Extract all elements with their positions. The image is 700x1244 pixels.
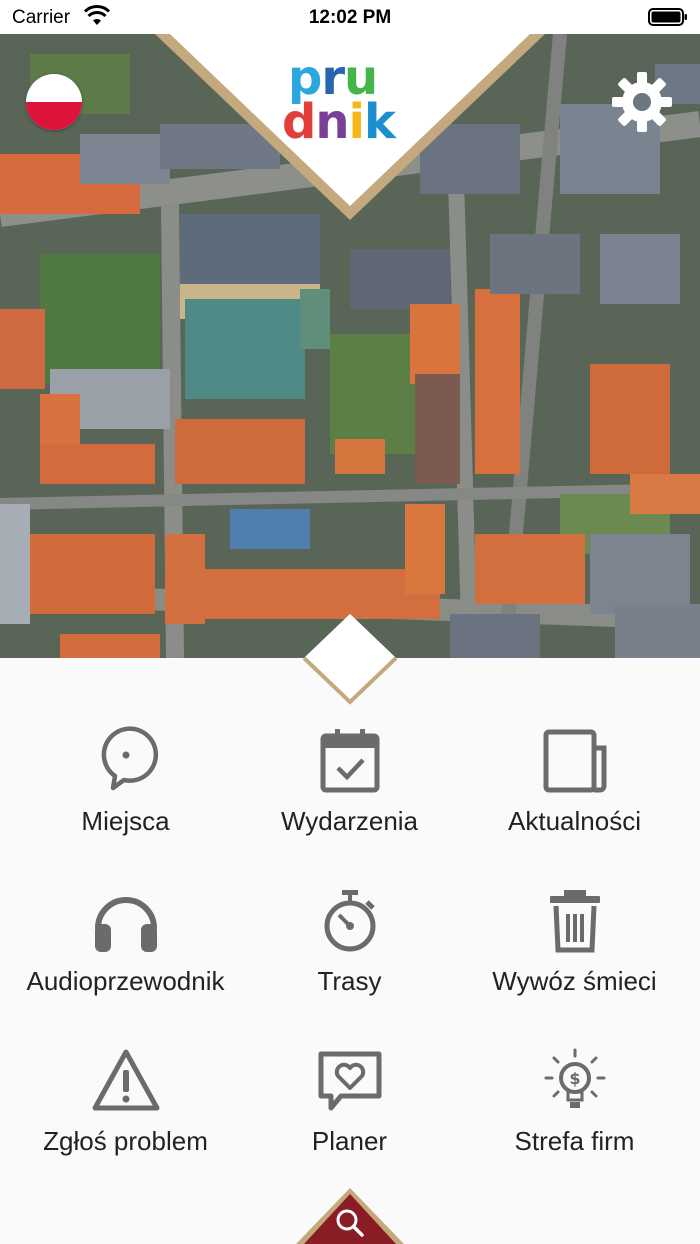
- center-diamond-edge: [302, 614, 398, 705]
- svg-text:$: $: [569, 1069, 580, 1088]
- headphones-icon: [94, 897, 157, 952]
- logo-letter: k: [363, 94, 396, 150]
- calendar-check-icon: [320, 729, 379, 793]
- search-button[interactable]: [296, 1186, 404, 1244]
- menu-item-zglos-problem[interactable]: Zgłoś problem: [9, 980, 242, 1156]
- menu-item-label: Strefa firm: [514, 1126, 635, 1156]
- home-screen: Carrier 12:02 PM pru dnik Miejsca Wydarz…: [0, 0, 700, 1244]
- language-flag-button[interactable]: [26, 74, 82, 130]
- prudnik-logo: pru dnik: [282, 54, 422, 152]
- status-bar: Carrier 12:02 PM: [0, 0, 700, 34]
- menu-item-audioprzewodnik[interactable]: Audioprzewodnik: [9, 820, 242, 996]
- battery-icon: [648, 8, 687, 26]
- logo-letter: d: [282, 94, 316, 150]
- menu-item-miejsca[interactable]: Miejsca: [9, 660, 242, 836]
- menu-item-planer[interactable]: Planer: [233, 980, 466, 1156]
- logo-letter: i: [348, 94, 365, 150]
- newspaper-icon: [543, 729, 606, 793]
- warning-icon: [92, 1049, 159, 1111]
- logo-letter: n: [315, 94, 349, 150]
- menu-item-label: Planer: [311, 1126, 388, 1156]
- heart-message-icon: [318, 1051, 381, 1111]
- menu-item-wywoz-smieci[interactable]: Wywóz śmieci: [458, 820, 691, 996]
- map-pin-icon: [101, 726, 158, 791]
- clock: 12:02 PM: [308, 7, 392, 28]
- logo-line-2: dnik: [282, 98, 396, 146]
- menu-item-aktualnosci[interactable]: Aktualności: [458, 660, 691, 836]
- trash-icon: [549, 890, 600, 953]
- menu-item-label: Zgłoś problem: [43, 1126, 208, 1156]
- menu-item-strefa-firm[interactable]: $ Strefa firm: [458, 980, 691, 1156]
- stopwatch-icon: [324, 890, 375, 952]
- flag-red-stripe: [26, 102, 82, 130]
- gear-icon[interactable]: [610, 70, 674, 134]
- lightbulb-dollar-icon: $: [544, 1048, 605, 1108]
- menu-item-trasy[interactable]: Trasy: [233, 820, 466, 996]
